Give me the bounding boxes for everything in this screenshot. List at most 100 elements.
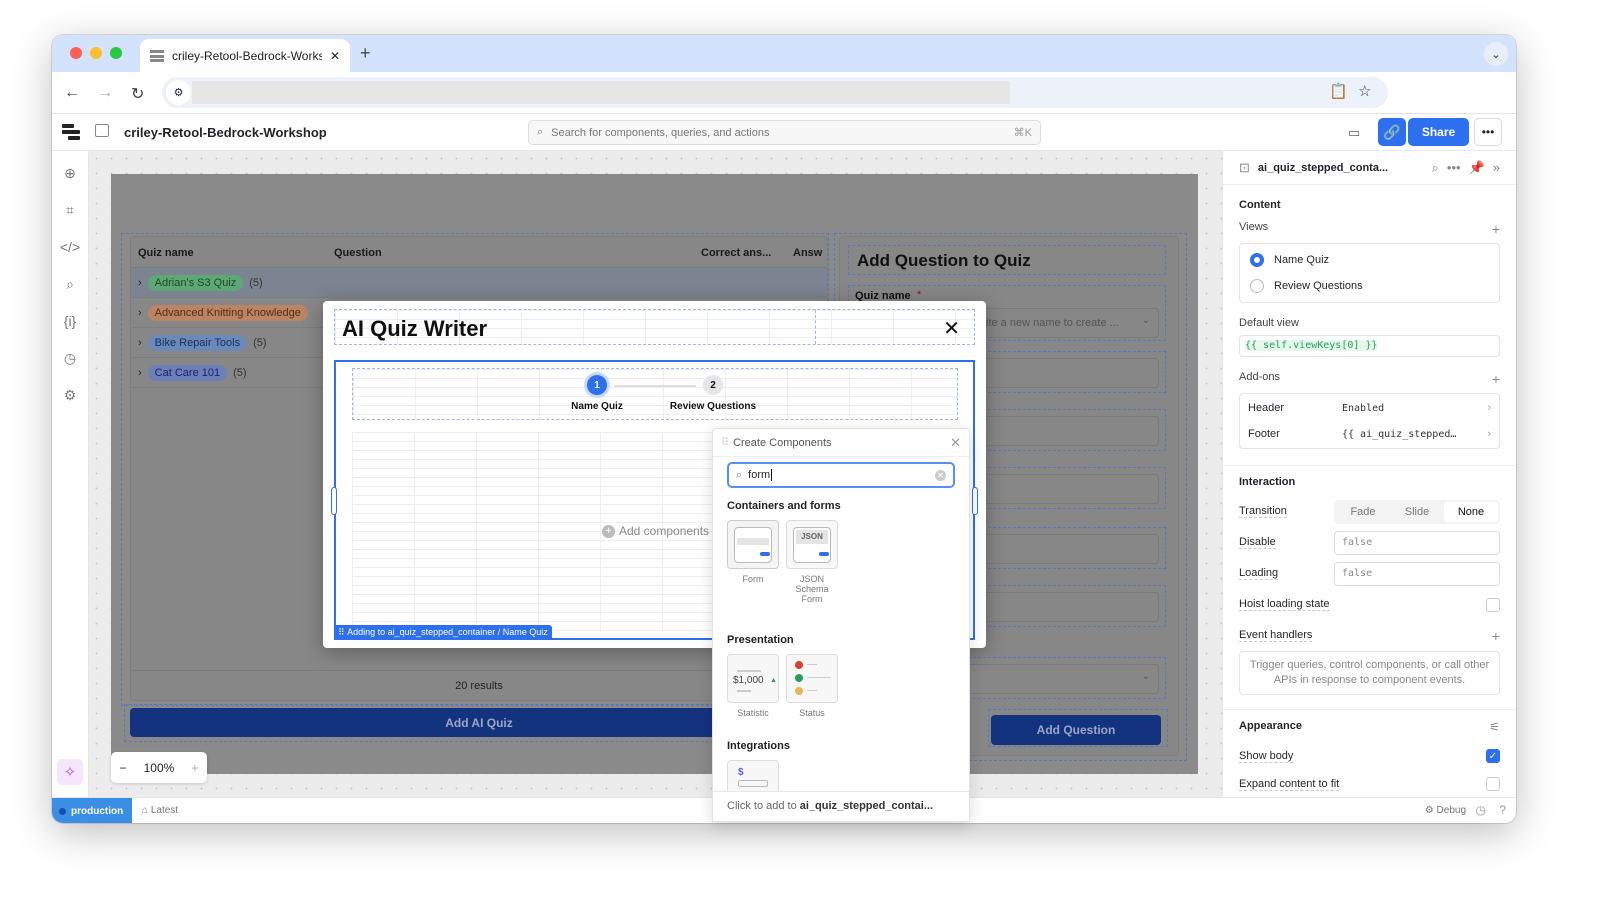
site-settings-icon[interactable]: ⚙ — [166, 80, 191, 105]
addon-row[interactable]: Footer {{ ai_quiz_stepped… › — [1240, 421, 1499, 447]
more-options-button[interactable]: ••• — [1474, 118, 1502, 146]
step-1[interactable]: 1 Name Quiz — [567, 375, 627, 412]
expand-checkbox[interactable] — [1485, 777, 1500, 791]
state-icon[interactable]: {i} — [60, 311, 80, 331]
minimize-window-button[interactable] — [90, 47, 102, 59]
trend-up-icon: ▲ — [770, 677, 777, 684]
show-body-checkbox[interactable]: ✓ — [1486, 749, 1500, 763]
debug-button[interactable]: ⚙ Debug — [1425, 805, 1466, 816]
footer-prefix: Click to add to — [727, 800, 800, 812]
forward-icon[interactable]: → — [97, 84, 113, 102]
search-icon[interactable]: ⌕ — [1432, 160, 1439, 176]
clear-search-icon[interactable]: ✕ — [935, 469, 946, 481]
drag-handle-icon[interactable]: ⠿ — [721, 436, 729, 449]
default-view-input[interactable]: {{ self.viewKeys[0] }} — [1239, 335, 1500, 357]
add-view-icon[interactable]: + — [1492, 221, 1500, 237]
resize-handle-right[interactable] — [972, 487, 978, 515]
sparkle-icon: ✧ — [63, 764, 77, 781]
ai-assist-button[interactable]: ✧ — [57, 759, 83, 785]
add-components-hint[interactable]: + Add components — [602, 524, 709, 538]
zoom-out-button[interactable]: − — [120, 761, 127, 775]
add-component-icon[interactable]: ⊕ — [60, 163, 80, 183]
hoist-checkbox[interactable] — [1486, 597, 1500, 612]
table-row[interactable]: › Adrian's S3 Quiz (5) — [131, 268, 827, 298]
pin-icon[interactable]: 📌 — [1469, 160, 1485, 176]
expand-chevron-icon[interactable]: › — [138, 337, 142, 349]
debug-label: Debug — [1436, 805, 1466, 816]
column-header[interactable]: Correct ans... — [701, 247, 771, 259]
transition-option[interactable]: Fade — [1336, 502, 1390, 522]
new-tab-button[interactable]: + — [360, 43, 371, 64]
collapse-icon[interactable]: » — [1493, 160, 1500, 175]
event-handlers-empty: Trigger queries, control components, or … — [1239, 651, 1500, 695]
addons-label: Add-ons — [1239, 371, 1280, 383]
search-placeholder: Search for components, queries, and acti… — [551, 126, 770, 139]
browser-tab[interactable]: criley-Retool-Bedrock-Workshop ✕ — [140, 39, 350, 72]
zoom-in-button[interactable]: + — [191, 761, 198, 775]
close-popover-button[interactable]: ✕ — [950, 435, 961, 451]
style-settings-icon[interactable]: ⚟ — [1489, 720, 1500, 734]
expand-chevron-icon[interactable]: › — [138, 307, 142, 319]
view-option[interactable]: Name Quiz — [1240, 247, 1499, 273]
footer-target: ai_quiz_stepped_contai... — [799, 800, 934, 812]
statistic-preview-icon: $1,000 ▲ — [727, 654, 779, 703]
bookmark-star-icon[interactable]: ☆ — [1358, 82, 1371, 100]
close-window-button[interactable] — [70, 47, 82, 59]
plus-icon: + — [602, 524, 615, 538]
add-question-button[interactable]: Add Question — [991, 715, 1161, 745]
form-title: Add Question to Quiz — [848, 245, 1166, 275]
disable-input[interactable]: false — [1334, 530, 1500, 555]
close-tab-icon[interactable]: ✕ — [330, 49, 340, 63]
search-icon: ⌕ — [736, 468, 743, 481]
default-view-label: Default view — [1239, 317, 1299, 329]
reload-icon[interactable]: ↻ — [131, 84, 144, 104]
transition-option[interactable]: Slide — [1390, 502, 1444, 522]
environment-badge[interactable]: production — [52, 798, 132, 823]
maximize-window-button[interactable] — [110, 47, 122, 59]
loading-input[interactable]: false — [1334, 561, 1500, 586]
search-icon[interactable]: ⌕ — [60, 274, 80, 294]
component-card-statistic[interactable]: $1,000 ▲ Statistic — [727, 654, 779, 718]
back-icon[interactable]: ← — [64, 84, 80, 102]
url-field[interactable]: ⚙ 📋 ☆ — [162, 77, 1388, 108]
tab-search-button[interactable]: ⌄ — [1484, 42, 1508, 66]
code-icon[interactable]: </> — [60, 237, 80, 257]
view-option[interactable]: Review Questions — [1240, 273, 1499, 299]
chevron-right-icon: › — [1487, 402, 1491, 414]
component-tree-icon[interactable]: ⌗ — [60, 200, 80, 220]
global-search[interactable]: ⌕ Search for components, queries, and ac… — [528, 120, 1041, 145]
preview-icon[interactable]: ▭ — [1348, 125, 1360, 141]
component-name[interactable]: ai_quiz_stepped_conta... — [1258, 162, 1388, 174]
settings-icon[interactable]: ⚙ — [60, 385, 80, 405]
add-event-handler-icon[interactable]: + — [1492, 628, 1500, 644]
required-mark: * — [917, 289, 922, 301]
history-icon[interactable]: ◷ — [60, 348, 80, 368]
branch-label[interactable]: ⌂ Latest — [142, 805, 178, 816]
addon-row[interactable]: Header Enabled › — [1240, 395, 1499, 421]
column-header[interactable]: Question — [334, 247, 382, 259]
component-card-form[interactable]: Form — [727, 520, 779, 604]
more-icon[interactable]: ••• — [1447, 160, 1461, 175]
share-button[interactable]: Share — [1408, 118, 1469, 146]
component-card-status[interactable]: Status — [786, 654, 838, 718]
expand-chevron-icon[interactable]: › — [138, 367, 142, 379]
component-search-input[interactable]: ⌕ form ✕ — [727, 462, 955, 488]
column-header[interactable]: Quiz name — [138, 247, 194, 259]
step-2[interactable]: 2 Review Questions — [663, 375, 763, 412]
close-modal-button[interactable]: ✕ — [943, 316, 960, 341]
quiz-tag: Adrian's S3 Quiz — [147, 274, 244, 291]
sidebar-toggle-icon[interactable] — [95, 124, 109, 137]
clipboard-icon[interactable]: 📋 — [1329, 82, 1348, 100]
component-card-json-schema-form[interactable]: JSON JSON Schema Form — [786, 520, 838, 604]
card-label: Status — [799, 708, 825, 718]
add-addon-icon[interactable]: + — [1492, 371, 1500, 387]
transition-option[interactable]: None — [1443, 501, 1498, 522]
history-icon[interactable]: ◷ — [1476, 803, 1486, 817]
help-icon[interactable]: ? — [1499, 803, 1506, 817]
copy-link-button[interactable]: 🔗 — [1378, 118, 1406, 146]
step-number: 2 — [703, 375, 723, 395]
column-header[interactable]: Answ — [793, 247, 822, 259]
expand-chevron-icon[interactable]: › — [138, 277, 142, 289]
resize-handle-left[interactable] — [331, 487, 337, 515]
retool-logo-icon[interactable] — [62, 124, 80, 140]
